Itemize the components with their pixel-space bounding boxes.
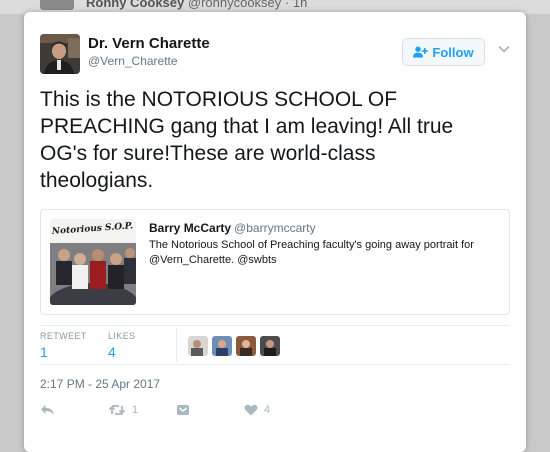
like-action-count: 4 [264, 404, 271, 416]
retweet-action-count: 1 [132, 404, 139, 416]
tweet-card: Dr. Vern Charette @Vern_Charette Follow … [24, 12, 526, 452]
quoted-tweet[interactable]: Notorious S.O.P. Barry McCarty @barrymcca… [40, 209, 510, 315]
background-avatar [40, 0, 74, 10]
liker-avatar[interactable] [236, 336, 256, 356]
retweet-button[interactable]: 1 [108, 404, 138, 416]
add-user-icon [413, 46, 429, 58]
retweets-label: RETWEET [40, 331, 87, 341]
author-name[interactable]: Dr. Vern Charette [88, 35, 210, 52]
background-author-name: Ronny Cooksey [86, 0, 185, 10]
author-handle[interactable]: @Vern_Charette [88, 54, 178, 68]
liker-avatar[interactable] [212, 336, 232, 356]
direct-message-icon [177, 405, 189, 415]
retweets-count[interactable]: 1 [40, 344, 48, 360]
follow-button[interactable]: Follow [402, 38, 485, 66]
author-avatar[interactable] [40, 34, 80, 74]
retweet-icon [108, 404, 126, 416]
direct-message-button[interactable] [176, 404, 190, 416]
tweet-text: This is the NOTORIOUS SCHOOL OF PREACHIN… [40, 88, 454, 192]
quoted-author-name: Barry McCarty [149, 221, 232, 235]
like-button[interactable]: 4 [244, 404, 270, 416]
likes-count[interactable]: 4 [108, 344, 116, 360]
liker-avatar[interactable] [188, 336, 208, 356]
heart-icon [244, 404, 258, 416]
follow-label: Follow [432, 44, 474, 60]
stats-bottom-divider [40, 364, 510, 365]
quoted-tweet-image[interactable]: Notorious S.O.P. [50, 219, 136, 305]
likes-label: LIKES [108, 331, 136, 341]
quoted-author[interactable]: Barry McCarty @barrymccarty [149, 221, 316, 235]
quoted-author-handle: @barrymccarty [234, 221, 316, 235]
liker-avatar[interactable] [260, 336, 280, 356]
reply-icon [41, 405, 54, 415]
stats-top-divider [40, 325, 510, 326]
stats-separator [176, 328, 177, 362]
background-author-meta: @ronnycooksey · 1h [187, 0, 308, 10]
reply-button[interactable] [40, 404, 55, 416]
background-tweet-header: Ronny Cooksey @ronnycooksey · 1h [86, 0, 307, 10]
chevron-down-icon[interactable] [497, 44, 511, 54]
tweet-timestamp[interactable]: 2:17 PM - 25 Apr 2017 [40, 377, 160, 391]
quoted-tweet-text: The Notorious School of Preaching facult… [149, 239, 474, 266]
